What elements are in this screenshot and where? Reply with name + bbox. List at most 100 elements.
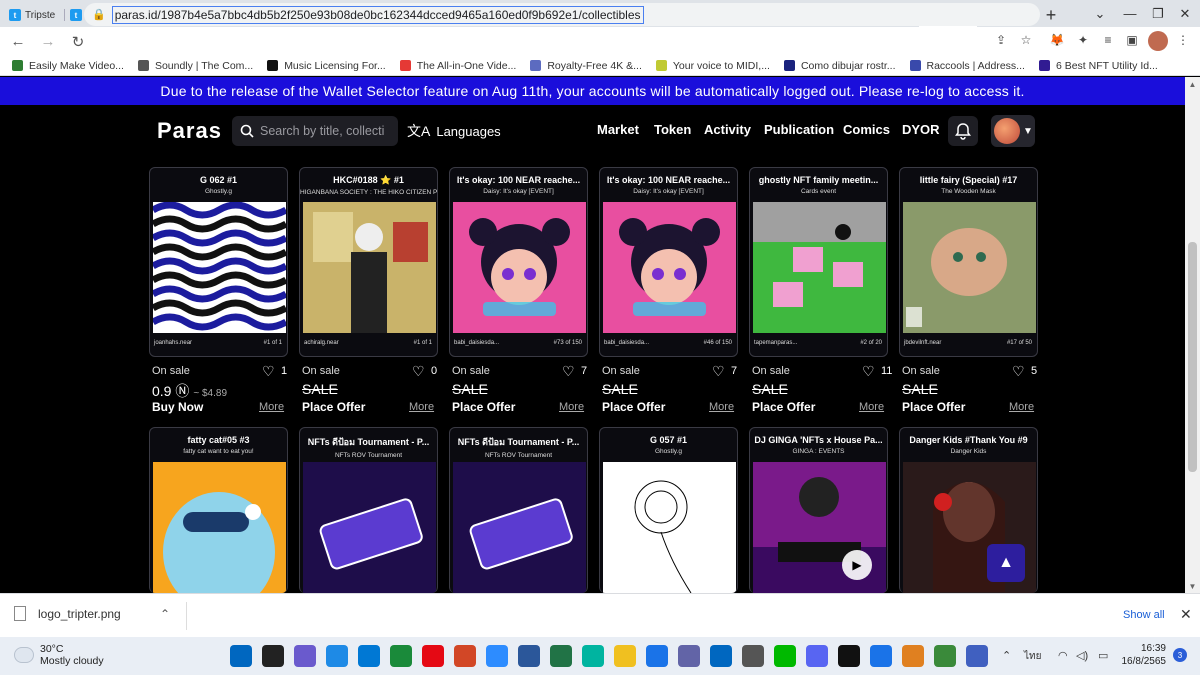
bookmark-star-icon[interactable]: ☆ xyxy=(1017,30,1035,50)
bookmark-item[interactable]: Easily Make Video... xyxy=(12,60,124,72)
nft-artwork[interactable] xyxy=(453,462,586,593)
like-heart-icon[interactable]: ♡ xyxy=(862,363,875,380)
metamask-icon[interactable]: 🦊 xyxy=(1048,30,1066,50)
nft-artwork[interactable] xyxy=(153,462,286,593)
nft-card[interactable]: G 057 #1 Ghostly.g xyxy=(599,427,738,593)
browser-tab[interactable]: t Tripste xyxy=(4,3,65,27)
paras-logo[interactable]: Paras xyxy=(157,118,222,144)
blender-icon[interactable] xyxy=(902,645,924,667)
nft-artwork[interactable] xyxy=(903,202,1036,333)
media-control-icon[interactable]: ≡ xyxy=(1099,30,1117,50)
nft-artwork[interactable] xyxy=(303,462,436,593)
search-icon[interactable] xyxy=(262,645,284,667)
languages-button[interactable]: 文A Languages xyxy=(407,121,501,141)
nft-card[interactable]: fatty cat#05 #3 fatty cat want to eat you… xyxy=(149,427,288,593)
nav-market[interactable]: Market xyxy=(597,122,639,137)
photos-icon[interactable] xyxy=(966,645,988,667)
more-link[interactable]: More xyxy=(709,401,734,413)
like-heart-icon[interactable]: ♡ xyxy=(1012,363,1025,380)
nav-token[interactable]: Token xyxy=(654,122,691,137)
nft-artwork[interactable] xyxy=(603,202,736,333)
input-language[interactable]: ไทย xyxy=(1024,649,1041,664)
vpn-icon[interactable] xyxy=(390,645,412,667)
bookmark-item[interactable]: Soundly | The Com... xyxy=(137,60,253,72)
app-icon[interactable] xyxy=(742,645,764,667)
share-icon[interactable]: ⇪ xyxy=(992,30,1010,50)
close-window-button[interactable]: ✕ xyxy=(1165,0,1200,27)
url-text[interactable]: paras.id/1987b4e5a7bbc4db5b2f250e93b08de… xyxy=(111,5,644,24)
nav-comics[interactable]: Comics xyxy=(843,122,890,137)
card-owner[interactable]: tapemanparas... xyxy=(754,340,797,346)
search-box[interactable] xyxy=(232,116,398,146)
discord-icon[interactable] xyxy=(806,645,828,667)
nav-dyor[interactable]: DYOR xyxy=(902,122,940,137)
bookmark-item[interactable]: Como dibujar rostr... xyxy=(783,60,896,72)
nft-card[interactable]: G 062 #1 Ghostly.g joanhahs.near #1 of 1 xyxy=(149,167,288,357)
nft-artwork[interactable] xyxy=(303,202,436,333)
more-link[interactable]: More xyxy=(559,401,584,413)
volume-icon[interactable]: ◁) xyxy=(1076,649,1088,662)
nft-artwork[interactable] xyxy=(153,202,286,333)
scroll-down-icon[interactable]: ▼ xyxy=(1185,579,1200,593)
side-panel-icon[interactable]: ▣ xyxy=(1123,30,1141,50)
zoom-icon[interactable] xyxy=(486,645,508,667)
bookmark-item[interactable]: Your voice to MIDI,... xyxy=(655,60,770,72)
user-menu[interactable]: ▼ xyxy=(991,115,1035,147)
like-heart-icon[interactable]: ♡ xyxy=(562,363,575,380)
wifi-icon[interactable]: ◠ xyxy=(1058,649,1068,662)
like-heart-icon[interactable]: ♡ xyxy=(262,363,275,380)
nft-card[interactable]: NFTs ดีป้อม Tournament - P... NFTs ROV To… xyxy=(299,427,438,593)
profile-avatar[interactable] xyxy=(1148,31,1168,51)
reload-button[interactable]: ↻ xyxy=(66,30,90,54)
nft-artwork[interactable] xyxy=(603,462,736,593)
nav-publication[interactable]: Publication xyxy=(764,122,834,137)
card-owner[interactable]: achiralg.near xyxy=(304,340,339,346)
netflix-icon[interactable] xyxy=(422,645,444,667)
word-icon[interactable] xyxy=(518,645,540,667)
more-link[interactable]: More xyxy=(1009,401,1034,413)
nft-card[interactable]: little fairy (Special) #17 The Wooden Mas… xyxy=(899,167,1038,357)
nav-activity[interactable]: Activity xyxy=(704,122,751,137)
chrome-menu-icon[interactable]: ⋮ xyxy=(1174,30,1192,50)
download-options-chevron-icon[interactable]: ⌃ xyxy=(160,607,170,621)
place-offer-button[interactable]: Place Offer xyxy=(602,400,665,414)
show-all-downloads-link[interactable]: Show all xyxy=(1123,609,1165,621)
line-icon[interactable] xyxy=(774,645,796,667)
place-offer-button[interactable]: Place Offer xyxy=(752,400,815,414)
notification-bell-icon[interactable] xyxy=(948,116,978,146)
edge-icon[interactable] xyxy=(358,645,380,667)
download-item[interactable]: logo_tripter.png xyxy=(14,606,121,621)
teams-icon[interactable] xyxy=(678,645,700,667)
bookmark-item[interactable]: Royalty-Free 4K &... xyxy=(530,60,642,72)
weather-widget[interactable]: 30°C Mostly cloudy xyxy=(14,643,104,667)
file-explorer-icon[interactable] xyxy=(614,645,636,667)
nft-card[interactable]: HKC#0188 ⭐ #1 HIGANBANA SOCIETY : THE HIK… xyxy=(299,167,438,357)
card-owner[interactable]: jbdevilnft.near xyxy=(904,340,941,346)
tray-overflow-icon[interactable]: ⌃ xyxy=(1002,649,1011,662)
more-link[interactable]: More xyxy=(859,401,884,413)
chrome-active-icon[interactable] xyxy=(870,645,892,667)
play-video-icon[interactable]: ▶ xyxy=(842,550,872,580)
card-owner[interactable]: babi_daisiesda... xyxy=(454,340,499,346)
bookmark-item[interactable]: Music Licensing For... xyxy=(267,60,386,72)
nft-card[interactable]: ghostly NFT family meetin... Cards event t… xyxy=(749,167,888,357)
place-offer-button[interactable]: Place Offer xyxy=(452,400,515,414)
close-download-bar-icon[interactable]: ✕ xyxy=(1180,606,1192,623)
page-scrollbar[interactable]: ▲ ▼ xyxy=(1185,77,1200,593)
more-link[interactable]: More xyxy=(259,401,284,413)
like-heart-icon[interactable]: ♡ xyxy=(412,363,425,380)
extensions-icon[interactable]: ✦ xyxy=(1074,30,1092,50)
system-clock[interactable]: 16:39 16/8/2565 xyxy=(1116,642,1167,668)
bookmark-item[interactable]: 6 Best NFT Utility Id... xyxy=(1038,60,1158,72)
place-offer-button[interactable]: Place Offer xyxy=(302,400,365,414)
more-link[interactable]: More xyxy=(409,401,434,413)
nft-card[interactable]: NFTs ดีป้อม Tournament - P... NFTs ROV To… xyxy=(449,427,588,593)
omnibox[interactable]: 🔒 paras.id/1987b4e5a7bbc4db5b2f250e93b08… xyxy=(84,3,1040,26)
forward-button[interactable]: → xyxy=(36,30,60,54)
nexo-icon[interactable] xyxy=(838,645,860,667)
nft-card[interactable]: It's okay: 100 NEAR reache... Daisy: It's… xyxy=(599,167,738,357)
nft-card[interactable]: It's okay: 100 NEAR reache... Daisy: It's… xyxy=(449,167,588,357)
new-tab-button[interactable]: + xyxy=(1038,3,1064,27)
powerpoint-icon[interactable] xyxy=(454,645,476,667)
bookmark-item[interactable]: The All-in-One Vide... xyxy=(399,60,516,72)
